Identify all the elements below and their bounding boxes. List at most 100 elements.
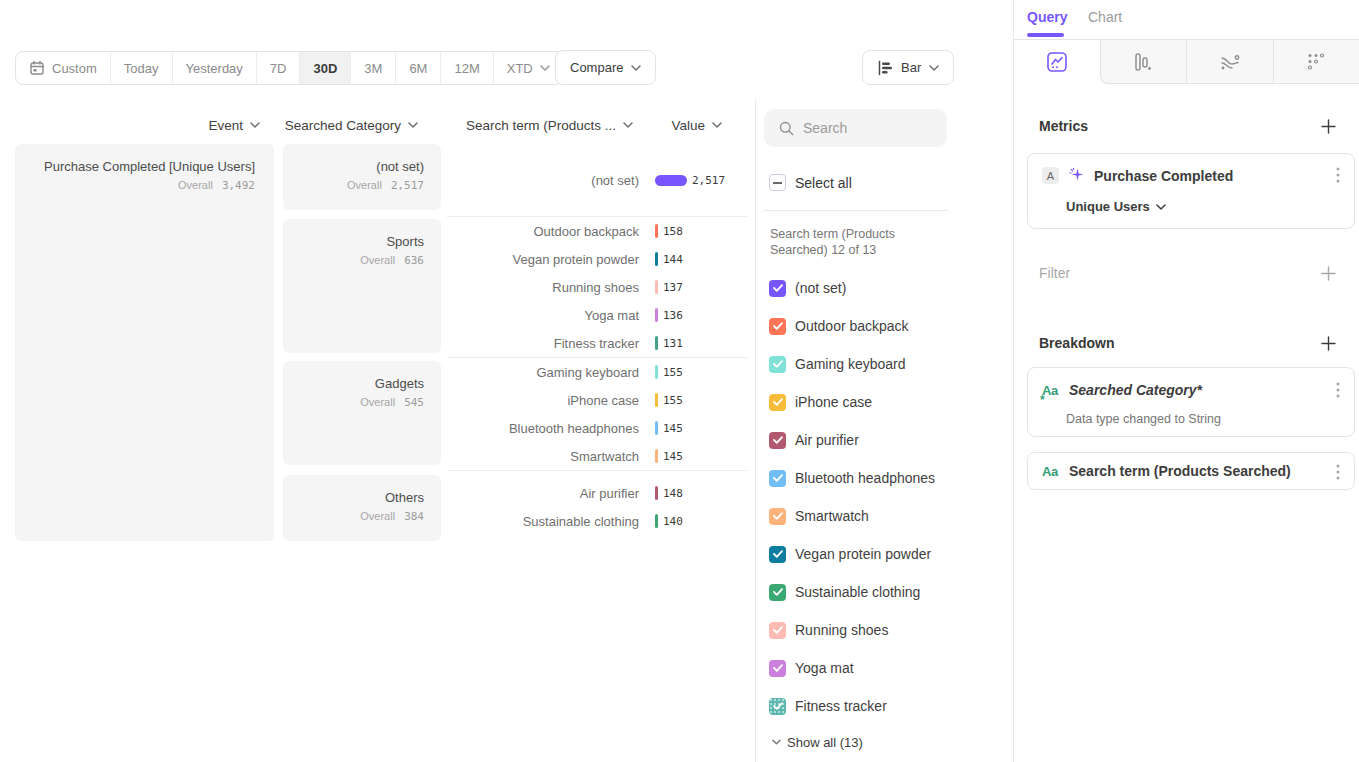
item-checkbox[interactable] xyxy=(769,356,786,373)
item-checkbox[interactable] xyxy=(769,698,786,715)
filter-item[interactable]: Air purifier xyxy=(756,421,1014,459)
chart-type-button[interactable]: Bar xyxy=(862,50,954,85)
date-range-30d[interactable]: 30D xyxy=(299,52,350,84)
term-row[interactable]: Vegan protein powder144 xyxy=(447,245,747,273)
term-row[interactable]: Fitness tracker131 xyxy=(447,329,747,357)
compare-button[interactable]: Compare xyxy=(555,50,656,85)
filter-item[interactable]: Vegan protein powder xyxy=(756,535,1014,573)
value-bar xyxy=(655,486,658,500)
event-cell[interactable]: Purchase Completed [Unique Users] Overal… xyxy=(15,144,274,541)
term-row[interactable]: Gaming keyboard155 xyxy=(447,358,747,386)
value-bar xyxy=(655,365,658,379)
date-range-today[interactable]: Today xyxy=(110,52,172,84)
filter-item[interactable]: Fitness tracker xyxy=(756,687,1014,725)
term-group: Air purifier148Sustainable clothing140 xyxy=(447,470,747,541)
item-checkbox[interactable] xyxy=(769,432,786,449)
item-checkbox[interactable] xyxy=(769,546,786,563)
breakdown-menu-button[interactable] xyxy=(1336,382,1340,398)
overall-value: 3,492 xyxy=(222,179,255,192)
column-header-value[interactable]: Value xyxy=(640,112,722,138)
retention-icon xyxy=(1305,51,1327,73)
term-group: Gaming keyboard155iPhone case155Bluetoot… xyxy=(447,357,747,470)
value-bar xyxy=(655,252,658,266)
date-range-yesterday[interactable]: Yesterday xyxy=(172,52,256,84)
term-row[interactable]: (not set)2,517 xyxy=(447,166,747,194)
search-input[interactable] xyxy=(803,120,923,136)
category-cell[interactable]: GadgetsOverall545 xyxy=(283,361,441,465)
add-metric-button[interactable] xyxy=(1321,119,1336,134)
breakdown-title-text: Searched Category* xyxy=(1069,382,1202,398)
term-row[interactable]: Sustainable clothing140 xyxy=(447,507,747,535)
tab-insights[interactable] xyxy=(1014,40,1100,84)
item-checkbox[interactable] xyxy=(769,622,786,639)
metrics-title: Metrics xyxy=(1039,118,1088,134)
show-all-button[interactable]: Show all (13) xyxy=(772,733,863,751)
filter-item[interactable]: Outdoor backpack xyxy=(756,307,1014,345)
breakdown-title-text: Search term (Products Searched) xyxy=(1069,463,1291,479)
breakdown-card-searched-category[interactable]: Aa Searched Category* Data type changed … xyxy=(1027,367,1355,437)
date-range-3m[interactable]: 3M xyxy=(350,52,395,84)
filter-item[interactable]: iPhone case xyxy=(756,383,1014,421)
item-checkbox[interactable] xyxy=(769,508,786,525)
date-range-selector: CustomTodayYesterday7D30D3M6M12MXTD xyxy=(15,51,564,85)
bar-chart-icon xyxy=(877,60,893,76)
add-breakdown-button[interactable] xyxy=(1321,336,1336,351)
item-checkbox[interactable] xyxy=(769,394,786,411)
search-box[interactable] xyxy=(764,109,947,147)
date-range-6m[interactable]: 6M xyxy=(395,52,440,84)
term-row[interactable]: iPhone case155 xyxy=(447,386,747,414)
term-row[interactable]: Air purifier148 xyxy=(447,479,747,507)
filter-item[interactable]: Smartwatch xyxy=(756,497,1014,535)
breakdown-menu-button[interactable] xyxy=(1336,464,1340,480)
item-checkbox[interactable] xyxy=(769,660,786,677)
metric-aggregation[interactable]: Unique Users xyxy=(1066,199,1166,214)
metric-card[interactable]: A Purchase Completed Unique Users xyxy=(1027,153,1355,229)
filter-item[interactable]: Sustainable clothing xyxy=(756,573,1014,611)
metric-menu-button[interactable] xyxy=(1336,167,1340,183)
item-checkbox[interactable] xyxy=(769,470,786,487)
value-bar xyxy=(655,224,658,238)
value-bar xyxy=(655,393,658,407)
filter-item[interactable]: Yoga mat xyxy=(756,649,1014,687)
term-row[interactable]: Bluetooth headphones145 xyxy=(447,414,747,442)
filter-item[interactable]: Running shoes xyxy=(756,611,1014,649)
category-cell[interactable]: OthersOverall384 xyxy=(283,475,441,541)
chevron-down-icon xyxy=(772,739,781,745)
breakdown-card-search-term[interactable]: Aa Search term (Products Searched) xyxy=(1027,452,1355,490)
chart-type-label: Bar xyxy=(901,60,921,75)
value-bar xyxy=(655,449,658,463)
category-cell[interactable]: SportsOverall636 xyxy=(283,219,441,353)
value-bar xyxy=(655,308,658,322)
flows-icon xyxy=(1218,51,1242,73)
select-all-checkbox[interactable] xyxy=(769,174,786,191)
date-range-xtd[interactable]: XTD xyxy=(493,52,563,84)
terms-column: (not set)2,517 Outdoor backpack158Vegan p… xyxy=(447,144,747,541)
term-row[interactable]: Smartwatch145 xyxy=(447,442,747,470)
tab-retention[interactable] xyxy=(1273,40,1359,84)
chevron-down-icon xyxy=(1156,204,1166,210)
filter-item[interactable]: Bluetooth headphones xyxy=(756,459,1014,497)
term-group: (not set)2,517 xyxy=(447,144,747,216)
filter-item[interactable]: Gaming keyboard xyxy=(756,345,1014,383)
term-row[interactable]: Yoga mat136 xyxy=(447,301,747,329)
tab-flows[interactable] xyxy=(1186,40,1273,84)
item-checkbox[interactable] xyxy=(769,318,786,335)
term-row[interactable]: Running shoes137 xyxy=(447,273,747,301)
item-checkbox[interactable] xyxy=(769,280,786,297)
value-bar xyxy=(655,175,687,186)
filter-item[interactable]: (not set) xyxy=(756,269,1014,307)
column-header-searched-category[interactable]: Searched Category xyxy=(238,112,418,138)
add-filter-button[interactable] xyxy=(1321,266,1336,281)
value-bar xyxy=(655,280,658,294)
column-header-search-term[interactable]: Search term (Products ... xyxy=(433,112,633,138)
category-cell[interactable]: (not set)Overall2,517 xyxy=(283,144,441,210)
date-range-custom[interactable]: Custom xyxy=(16,52,110,84)
tab-funnels[interactable] xyxy=(1100,40,1187,84)
tab-query[interactable]: Query xyxy=(1027,9,1067,25)
select-all-row[interactable]: Select all xyxy=(769,174,852,191)
date-range-12m[interactable]: 12M xyxy=(440,52,492,84)
date-range-7d[interactable]: 7D xyxy=(256,52,300,84)
item-checkbox[interactable] xyxy=(769,584,786,601)
term-row[interactable]: Outdoor backpack158 xyxy=(447,217,747,245)
tab-chart[interactable]: Chart xyxy=(1088,9,1122,25)
